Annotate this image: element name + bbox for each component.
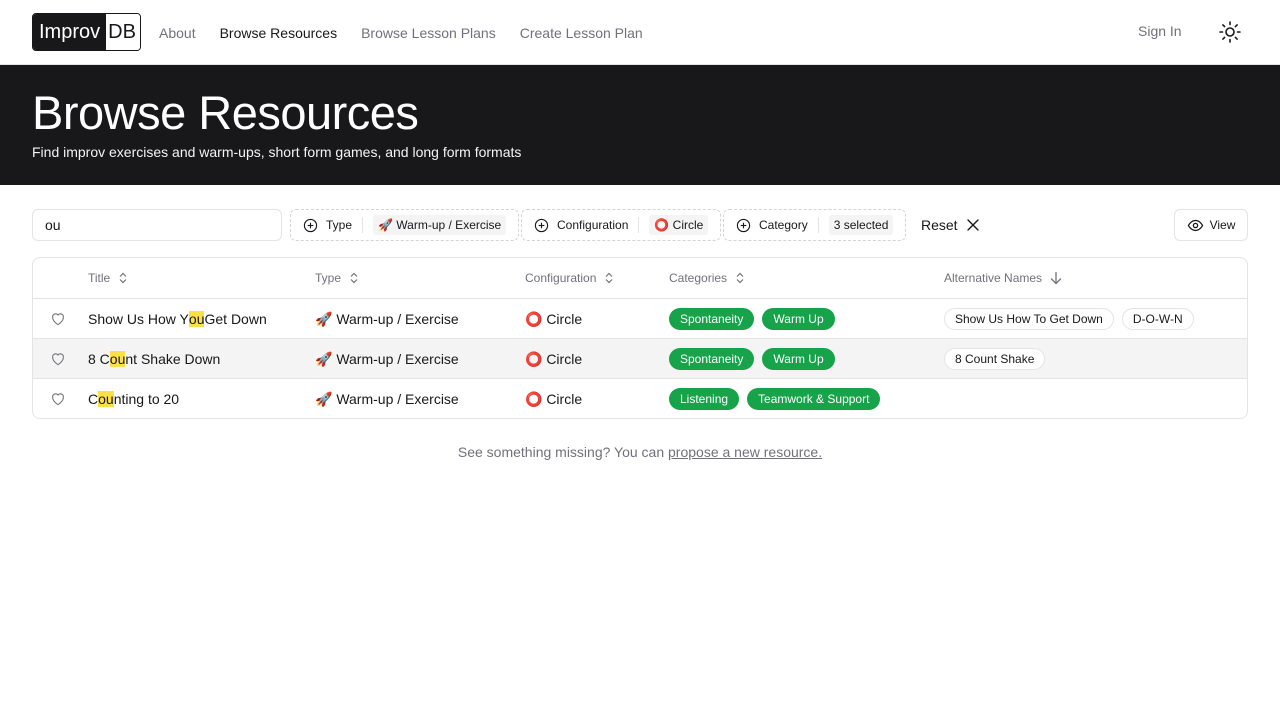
table-row[interactable]: Cou nting to 20 🚀 Warm-up / Exercise ⭕ Ci… [33,379,1247,418]
configuration-filter-chip: ⭕ Circle [649,215,709,235]
view-options-button[interactable]: View [1174,209,1248,241]
title-text: nting to 20 [113,391,180,407]
type-filter-chip: 🚀 Warm-up / Exercise [373,215,507,235]
logo-part-2: DB [106,14,140,50]
sign-in-link[interactable]: Sign In [1138,23,1182,39]
reset-filters-button[interactable]: Reset [921,209,980,241]
divider [817,217,819,233]
table-row[interactable]: 8 Cou nt Shake Down 🚀 Warm-up / Exercise … [33,339,1247,379]
heart-icon[interactable] [50,351,66,367]
plus-circle-icon [534,218,549,232]
resource-configuration: ⭕ Circle [525,390,583,407]
close-icon [966,219,979,231]
column-type-label: Type [315,271,342,285]
resource-alternative-names: Show Us How To Get Down D-O-W-N [944,299,1202,339]
alt-name-badge: Show Us How To Get Down [944,308,1114,330]
main-nav: About Browse Resources Browse Lesson Pla… [159,0,643,65]
resource-categories: Spontaneity Warm Up [669,339,843,379]
resource-title[interactable]: Show Us How You Get Down [88,299,267,339]
column-header-title[interactable]: Title [88,258,128,298]
eye-icon [1187,219,1203,231]
title-text: nt Shake Down [125,351,221,367]
title-text: Get Down [204,311,267,327]
logo-part-1: Improv [33,14,107,50]
column-alternative-names-label: Alternative Names [944,271,1043,285]
category-filter-label: Category [759,218,808,232]
resource-alternative-names: 8 Count Shake [944,339,1053,379]
search-highlight: ou [188,311,205,327]
footer-text: See something missing? You can [457,444,669,460]
column-header-alternative-names[interactable]: Alternative Names [944,258,1062,298]
page-title: Browse Resources [32,86,419,139]
reset-label: Reset [921,217,958,233]
sort-icon [350,272,358,284]
type-filter-button[interactable]: Type 🚀 Warm-up / Exercise [290,209,520,241]
category-badge: Spontaneity [669,348,755,370]
improvdb-logo[interactable]: Improv DB [32,13,141,51]
sun-icon[interactable] [1218,20,1242,44]
page-subtitle: Find improv exercises and warm-ups, shor… [32,144,522,160]
column-configuration-label: Configuration [525,271,597,285]
search-input[interactable] [32,209,282,241]
search-highlight: ou [109,351,126,367]
configuration-filter-label: Configuration [557,218,629,232]
view-label: View [1209,218,1236,232]
nav-browse-resources[interactable]: Browse Resources [220,25,338,41]
resource-configuration: ⭕ Circle [525,350,583,367]
configuration-filter-button[interactable]: Configuration ⭕ Circle [521,209,722,241]
title-text: 8 C [88,351,110,367]
heart-icon[interactable] [50,391,66,407]
hero-banner: Browse Resources Find improv exercises a… [0,65,1280,185]
plus-circle-icon [303,218,318,232]
resource-title[interactable]: 8 Cou nt Shake Down [88,339,220,379]
sort-icon [119,272,127,284]
title-text: Show Us How Y [88,311,189,327]
category-filter-button[interactable]: Category 3 selected [723,209,907,241]
plus-circle-icon [736,218,751,232]
column-categories-label: Categories [669,271,728,285]
category-filter-chip: 3 selected [828,215,894,235]
nav-about[interactable]: About [159,25,196,41]
divider [362,217,364,233]
table-row[interactable]: Show Us How You Get Down 🚀 Warm-up / Exe… [33,299,1247,339]
column-header-type[interactable]: Type [315,258,359,298]
type-filter-label: Type [326,218,353,232]
top-navbar: Improv DB About Browse Resources Browse … [0,0,1280,65]
column-header-categories[interactable]: Categories [669,258,745,298]
missing-resource-note: See something missing? You can propose a… [0,444,1280,460]
category-badge: Spontaneity [669,308,755,330]
column-title-label: Title [88,271,111,285]
category-badge: Teamwork & Support [747,388,881,410]
divider [638,217,640,233]
resource-configuration: ⭕ Circle [525,310,583,327]
sort-icon [736,272,744,284]
propose-resource-link[interactable]: propose a new resource. [668,444,822,460]
resource-categories: Spontaneity Warm Up [669,299,843,339]
resource-categories: Listening Teamwork & Support [669,379,888,418]
resource-type: 🚀 Warm-up / Exercise [315,310,459,327]
search-highlight: ou [98,391,114,407]
category-badge: Listening [669,388,740,410]
column-header-configuration[interactable]: Configuration [525,258,614,298]
alt-name-badge: 8 Count Shake [944,348,1046,370]
alt-name-badge: D-O-W-N [1121,308,1194,330]
arrow-down-icon [1050,271,1062,285]
title-text: C [88,391,99,407]
resource-type: 🚀 Warm-up / Exercise [315,350,459,367]
sort-icon [605,272,613,284]
category-badge: Warm Up [762,348,835,370]
table-header: Title Type Configuration Categories Alte… [33,258,1247,299]
nav-create-lesson-plan[interactable]: Create Lesson Plan [520,25,643,41]
resources-table: Title Type Configuration Categories Alte… [32,257,1248,419]
heart-icon[interactable] [50,311,66,327]
resource-title[interactable]: Cou nting to 20 [88,379,180,418]
category-badge: Warm Up [762,308,835,330]
resource-type: 🚀 Warm-up / Exercise [315,390,459,407]
nav-browse-lesson-plans[interactable]: Browse Lesson Plans [361,25,496,41]
